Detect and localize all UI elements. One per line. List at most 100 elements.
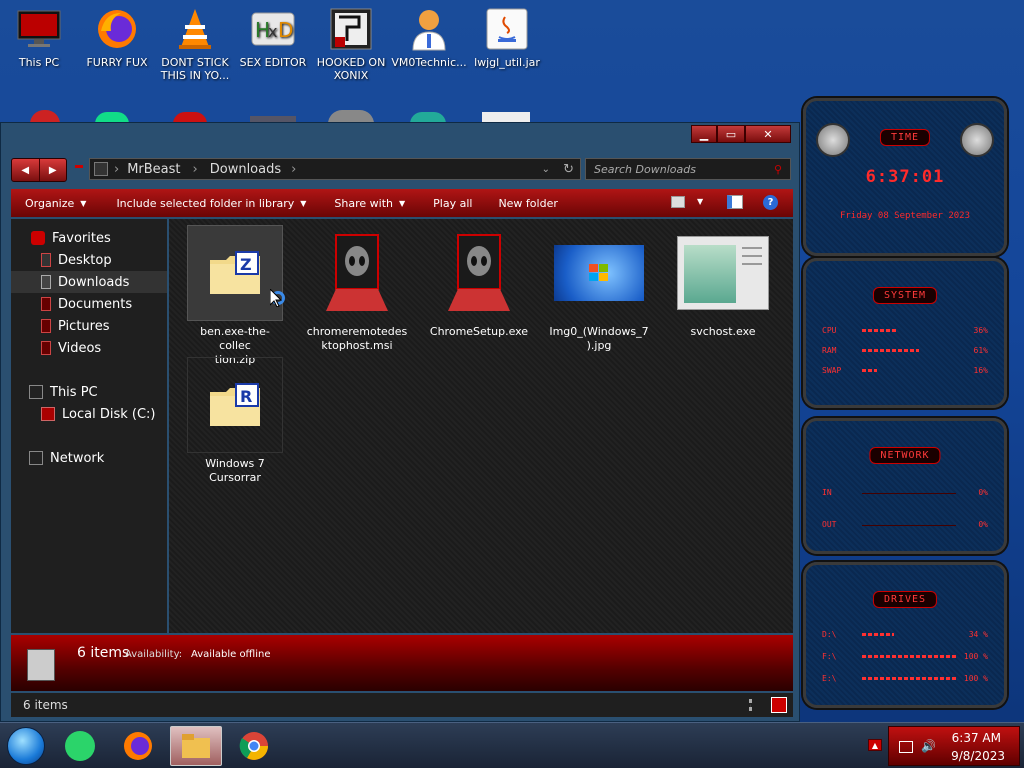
status-bar: 6 items xyxy=(11,693,793,717)
nav-documents[interactable]: Documents xyxy=(11,293,167,315)
minimize-button[interactable]: ▁ xyxy=(691,125,717,143)
close-button[interactable]: ✕ xyxy=(745,125,791,143)
swap-meter: SWAP 16% xyxy=(822,365,988,375)
desktop-icon-vm0technic[interactable]: VM0Technic... xyxy=(391,6,467,69)
search-icon[interactable]: ⚲ xyxy=(774,163,782,176)
time-title: TIME xyxy=(879,129,931,146)
nav-local-disk[interactable]: Local Disk (C:) xyxy=(11,403,167,425)
svg-text:D: D xyxy=(278,18,293,42)
network-title: NETWORK xyxy=(869,447,941,464)
include-in-library-button[interactable]: Include selected folder in library ▼ xyxy=(116,197,306,210)
navigation-pane: Favorites Desktop Downloads Documents Pi… xyxy=(11,219,167,633)
system-tray: 🔊 6:37 AM 9/8/2023 xyxy=(888,726,1020,766)
downloads-folder-icon xyxy=(41,275,51,289)
nav-network[interactable]: Network xyxy=(11,447,167,469)
java-jar-icon xyxy=(484,6,530,52)
refresh-icon[interactable]: ↻ xyxy=(563,162,574,177)
nav-videos[interactable]: Videos xyxy=(11,337,167,359)
preview-pane-icon[interactable] xyxy=(727,195,743,209)
rar-archive-icon: R xyxy=(187,357,283,453)
game-icon xyxy=(328,6,374,52)
taskbar-firefox[interactable] xyxy=(118,726,158,766)
details-view-icon[interactable] xyxy=(749,699,763,711)
system-panel: SYSTEM CPU 36% RAM 61% SWAP 16% xyxy=(803,258,1007,408)
file-item[interactable]: chromeremotedes ktophost.msi xyxy=(307,225,407,353)
breadcrumb-downloads[interactable]: Downloads xyxy=(210,162,281,177)
help-icon[interactable]: ? xyxy=(763,195,778,210)
image-thumbnail-icon xyxy=(551,225,647,321)
nav-desktop[interactable]: Desktop xyxy=(11,249,167,271)
taskbar-notes-app[interactable] xyxy=(60,726,100,766)
drive-f-meter: F:\ 100 % xyxy=(822,651,988,661)
file-item[interactable]: Img0_(Windows_7 ).jpg xyxy=(549,225,649,353)
svg-text:Z: Z xyxy=(240,255,252,274)
maximize-button[interactable]: ▭ xyxy=(717,125,745,143)
share-with-button[interactable]: Share with ▼ xyxy=(334,197,405,210)
window-thumbnail-icon xyxy=(675,225,771,321)
hex-editor-icon: HxD xyxy=(250,6,296,52)
chevron-down-icon[interactable]: ⌄ xyxy=(542,164,550,175)
dropdown-arrow-icon[interactable]: ▼ xyxy=(697,197,703,206)
navigation-bar: ◀ ▶ › MrBeast › Downloads › ⌄ ↻ Search D… xyxy=(11,155,793,185)
disk-drive-icon xyxy=(41,407,55,421)
star-icon xyxy=(31,231,45,245)
alien-head-icon xyxy=(816,123,850,157)
clock-date: Friday 08 September 2023 xyxy=(839,211,971,221)
file-item[interactable]: R Windows 7 Cursorrar xyxy=(185,357,285,485)
desktop-icon-hooked-on-xonix[interactable]: HOOKED ON XONIX xyxy=(314,6,388,82)
explorer-window: ▁ ▭ ✕ ◀ ▶ › MrBeast › Downloads › ⌄ ↻ Se… xyxy=(0,122,800,722)
taskbar-explorer[interactable] xyxy=(170,726,222,766)
dropdown-arrow-icon: ▼ xyxy=(80,198,87,208)
organize-button[interactable]: Organize ▼ xyxy=(25,197,86,210)
back-button[interactable]: ◀ xyxy=(12,159,39,181)
recent-pages-icon[interactable] xyxy=(75,165,83,168)
vlc-cone-icon xyxy=(172,6,218,52)
videos-folder-icon xyxy=(41,341,51,355)
start-button[interactable] xyxy=(6,726,46,766)
mouse-pointer-icon xyxy=(270,289,282,307)
new-folder-button[interactable]: New folder xyxy=(498,197,557,210)
taskbar-chrome[interactable] xyxy=(234,726,274,766)
volume-icon[interactable]: 🔊 xyxy=(921,739,936,753)
desktop-icon-lwjgl-util[interactable]: lwjgl_util.jar xyxy=(470,6,544,69)
details-pane: 6 items Availability: Available offline xyxy=(11,635,793,691)
command-toolbar: Organize ▼ Include selected folder in lib… xyxy=(11,189,793,217)
large-icons-view-icon[interactable] xyxy=(771,697,787,713)
zip-archive-icon: Z xyxy=(187,225,283,321)
chrome-icon xyxy=(239,732,268,760)
desktop-icon-this-pc[interactable]: This PC xyxy=(2,6,76,69)
network-in-meter: IN 0% xyxy=(822,487,988,497)
breadcrumb-mrbeast[interactable]: MrBeast xyxy=(127,162,180,177)
desktop-icon-sex-editor[interactable]: HxD SEX EDITOR xyxy=(236,6,310,69)
nav-downloads[interactable]: Downloads xyxy=(11,271,167,293)
desktop-icon-dont-stick[interactable]: DONT STICK THIS IN YO... xyxy=(158,6,232,82)
alienware-installer-icon xyxy=(309,225,405,321)
file-item[interactable]: ChromeSetup.exe xyxy=(429,225,529,339)
drives-panel: DRIVES D:\ 34 % F:\ 100 % E:\ 100 % xyxy=(803,562,1007,708)
address-bar[interactable]: › MrBeast › Downloads › ⌄ ↻ xyxy=(89,158,581,180)
system-monitor-gadget: TIME 6:37:01 Friday 08 September 2023 SY… xyxy=(793,92,1024,712)
taskbar: ▲ 🔊 6:37 AM 9/8/2023 xyxy=(0,722,1024,768)
nav-this-pc[interactable]: This PC xyxy=(11,381,167,403)
clock-time: 6:37:01 xyxy=(865,167,945,187)
network-status-icon[interactable] xyxy=(899,741,913,753)
show-hidden-icons-button[interactable]: ▲ xyxy=(868,739,882,751)
alien-folder-icon xyxy=(27,649,55,681)
windows-logo-icon xyxy=(554,245,644,301)
window-titlebar[interactable]: ▁ ▭ ✕ xyxy=(1,123,799,147)
back-forward-buttons: ◀ ▶ xyxy=(11,158,67,182)
start-orb-icon xyxy=(7,727,45,765)
clock-time-tray[interactable]: 6:37 AM xyxy=(952,731,1001,745)
forward-button[interactable]: ▶ xyxy=(38,159,67,181)
nav-favorites[interactable]: Favorites xyxy=(11,227,167,249)
clock-date-tray[interactable]: 9/8/2023 xyxy=(951,749,1005,763)
play-all-button[interactable]: Play all xyxy=(433,197,472,210)
nav-pictures[interactable]: Pictures xyxy=(11,315,167,337)
file-list: Z ben.exe-the-collec tion.zip chromeremo… xyxy=(169,219,793,633)
search-input[interactable]: Search Downloads ⚲ xyxy=(585,158,791,180)
desktop-icon-furry-fux[interactable]: FURRY FUX xyxy=(80,6,154,69)
change-view-icon[interactable] xyxy=(671,196,685,208)
network-panel: NETWORK IN 0% OUT 0% xyxy=(803,418,1007,554)
file-item[interactable]: svchost.exe xyxy=(673,225,773,339)
network-icon xyxy=(29,451,43,465)
